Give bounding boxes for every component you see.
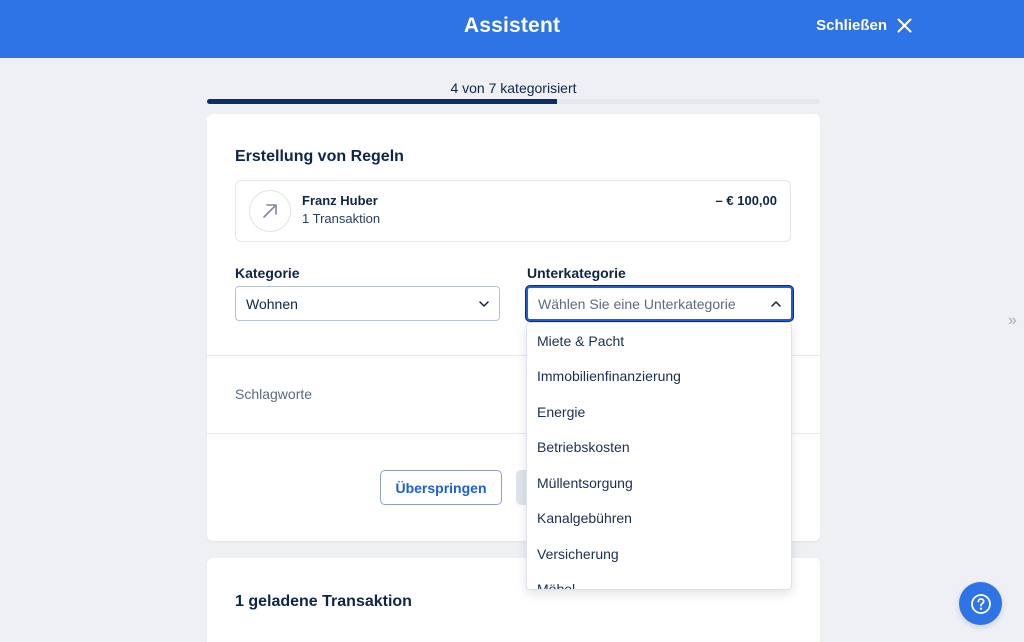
subcategory-select[interactable]: Wählen Sie eine Unterkategorie	[526, 286, 793, 321]
subcategory-dropdown: Miete & Pacht Immobilienfinanzierung Ene…	[526, 322, 792, 590]
close-label: Schließen	[816, 17, 887, 34]
progress-fill	[207, 99, 558, 104]
category-value: Wohnen	[246, 295, 298, 312]
subcategory-label: Unterkategorie	[527, 265, 626, 281]
transaction-summary: Franz Huber 1 Transaktion – € 100,00	[235, 180, 791, 242]
arrow-up-right-icon	[263, 204, 277, 218]
dropdown-option[interactable]: Kanalgebühren	[527, 501, 791, 537]
header-bar: Assistent Schließen	[0, 0, 1024, 58]
tags-field[interactable]: Schlagworte	[235, 386, 312, 402]
close-icon	[897, 18, 912, 33]
category-label: Kategorie	[235, 265, 300, 281]
progress-bar	[207, 99, 820, 104]
dropdown-option[interactable]: Miete & Pacht	[527, 323, 791, 359]
close-button[interactable]: Schließen	[816, 17, 912, 34]
section-title: Erstellung von Regeln	[235, 148, 404, 165]
transaction-name: Franz Huber	[302, 193, 378, 208]
double-chevron-right-icon[interactable]: »	[1008, 312, 1017, 330]
question-icon	[970, 593, 991, 614]
dropdown-option[interactable]: Möbel	[527, 572, 791, 589]
dropdown-option[interactable]: Versicherung	[527, 536, 791, 572]
transaction-amount: – € 100,00	[715, 193, 777, 208]
dropdown-option[interactable]: Betriebskosten	[527, 430, 791, 466]
dropdown-option[interactable]: Energie	[527, 394, 791, 430]
transaction-icon-circle	[249, 190, 291, 232]
dropdown-option[interactable]: Immobilienfinanzierung	[527, 359, 791, 395]
help-button[interactable]	[959, 582, 1002, 625]
section-title: 1 geladene Transaktion	[235, 593, 412, 610]
progress-label: 4 von 7 kategorisiert	[450, 80, 577, 96]
chevron-up-icon	[771, 300, 781, 307]
transaction-count: 1 Transaktion	[302, 211, 381, 226]
skip-button[interactable]: Überspringen	[380, 470, 502, 505]
chevron-down-icon	[479, 300, 489, 307]
category-select[interactable]: Wohnen	[235, 286, 500, 321]
dropdown-option[interactable]: Müllentsorgung	[527, 465, 791, 501]
subcategory-placeholder: Wählen Sie eine Unterkategorie	[538, 295, 736, 312]
